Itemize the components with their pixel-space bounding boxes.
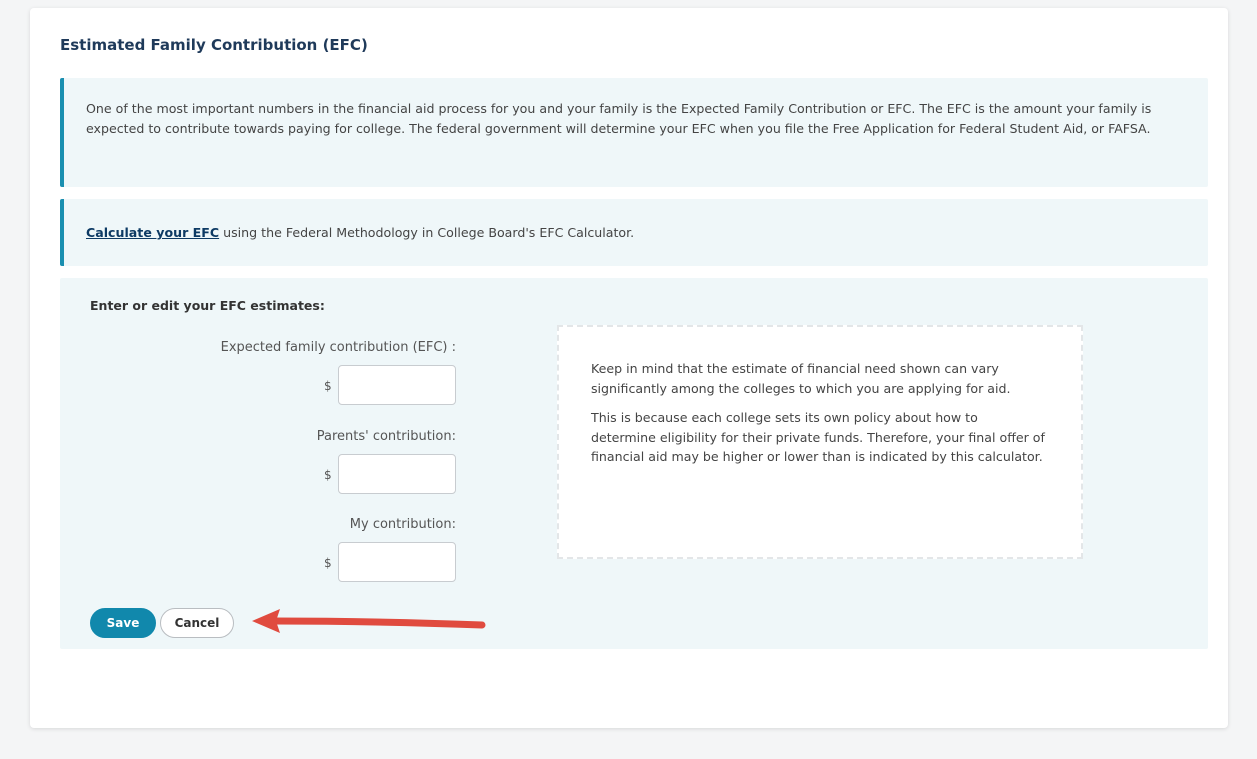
my-contribution-label: My contribution: [349,517,456,532]
my-dollar-sign: $ [324,556,332,570]
efc-intro-box: One of the most important numbers in the… [60,78,1208,187]
efc-intro-text: One of the most important numbers in the… [86,101,1152,136]
parents-contribution-label: Parents' contribution: [316,429,456,444]
efc-calculator-box: Calculate your EFC using the Federal Met… [60,199,1208,266]
section-title: Estimated Family Contribution (EFC) [60,36,368,54]
efc-form-panel: Enter or edit your EFC estimates: Expect… [60,278,1208,649]
note-paragraph-1: Keep in mind that the estimate of financ… [591,361,1011,396]
cancel-button[interactable]: Cancel [160,608,234,638]
efc-card: Estimated Family Contribution (EFC) One … [30,8,1228,728]
calculate-efc-link[interactable]: Calculate your EFC [86,225,219,240]
efc-input[interactable] [338,365,456,405]
note-paragraph-2: This is because each college sets its ow… [591,410,1045,464]
parents-contribution-input[interactable] [338,454,456,494]
save-button[interactable]: Save [90,608,156,638]
calculator-description: using the Federal Methodology in College… [219,225,635,240]
red-arrow-left-icon [252,609,486,633]
calculator-text: Calculate your EFC using the Federal Met… [86,225,634,240]
efc-field-label: Expected family contribution (EFC) : [220,340,456,355]
form-heading: Enter or edit your EFC estimates: [90,298,325,313]
efc-dollar-sign: $ [324,379,332,393]
financial-need-note: Keep in mind that the estimate of financ… [557,325,1083,559]
my-contribution-input[interactable] [338,542,456,582]
parents-dollar-sign: $ [324,468,332,482]
